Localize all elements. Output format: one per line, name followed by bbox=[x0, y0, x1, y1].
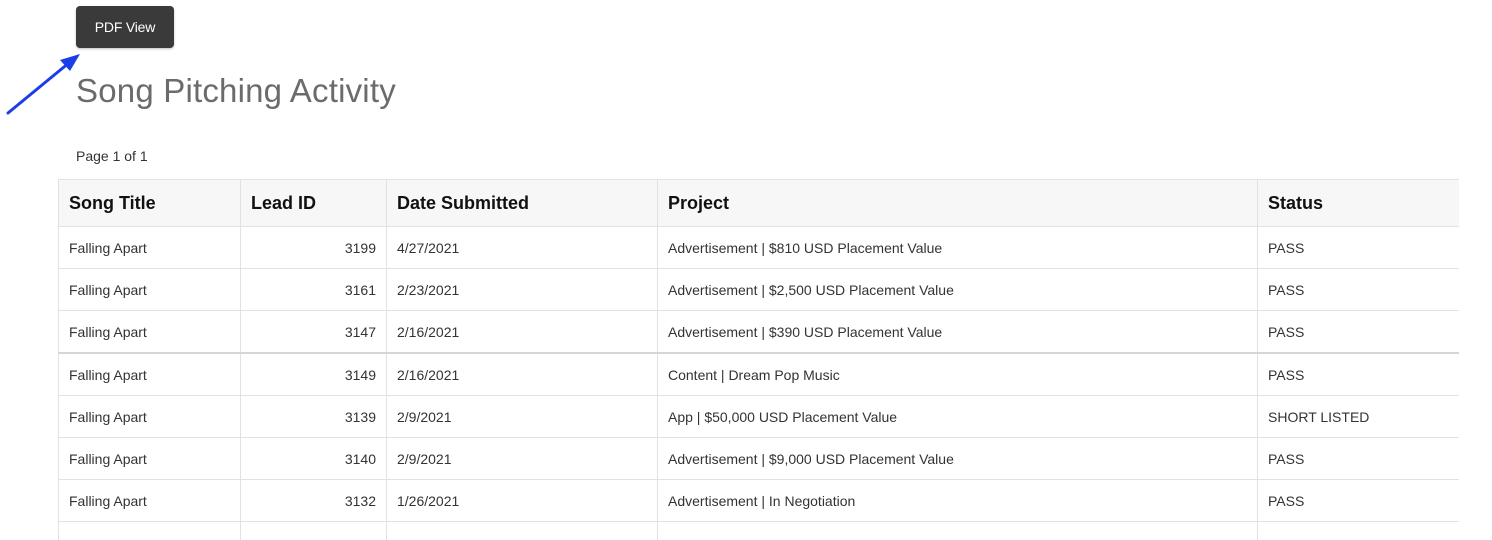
table-row: Falling Apart 3161 2/23/2021 Advertiseme… bbox=[58, 268, 1459, 311]
song-title-cell: Falling Apart bbox=[58, 437, 241, 480]
project-cell: Advertisement | $810 USD Placement Value bbox=[657, 226, 1258, 269]
table-header-row: Song Title Lead ID Date Submitted Projec… bbox=[58, 179, 1459, 227]
status-cell: PASS bbox=[1257, 437, 1459, 480]
lead-id-cell: 3140 bbox=[240, 437, 387, 480]
page-title: Song Pitching Activity bbox=[76, 72, 396, 109]
status-cell: SHORT LISTED bbox=[1257, 395, 1459, 438]
page-indicator: Page 1 of 1 bbox=[76, 148, 148, 164]
table-row bbox=[58, 521, 1459, 540]
status-cell: PASS bbox=[1257, 268, 1459, 311]
lead-id-cell: 3161 bbox=[240, 268, 387, 311]
status-cell: PASS bbox=[1257, 226, 1459, 269]
date-submitted-cell: 2/16/2021 bbox=[386, 352, 658, 396]
lead-id-cell bbox=[240, 521, 387, 540]
column-header-date-submitted[interactable]: Date Submitted bbox=[386, 179, 658, 227]
song-title-cell: Falling Apart bbox=[58, 226, 241, 269]
table-row: Falling Apart 3199 4/27/2021 Advertiseme… bbox=[58, 226, 1459, 269]
table-row: Falling Apart 3149 2/16/2021 Content | D… bbox=[58, 352, 1459, 396]
table-row: Falling Apart 3139 2/9/2021 App | $50,00… bbox=[58, 395, 1459, 438]
status-cell bbox=[1257, 521, 1459, 540]
lead-id-cell: 3139 bbox=[240, 395, 387, 438]
song-title-cell: Falling Apart bbox=[58, 268, 241, 311]
date-submitted-cell: 2/23/2021 bbox=[386, 268, 658, 311]
status-cell: PASS bbox=[1257, 352, 1459, 396]
date-submitted-cell: 1/26/2021 bbox=[386, 479, 658, 522]
lead-id-cell: 3149 bbox=[240, 352, 387, 396]
song-title-cell: Falling Apart bbox=[58, 310, 241, 354]
lead-id-cell: 3147 bbox=[240, 310, 387, 354]
table-row: Falling Apart 3140 2/9/2021 Advertisemen… bbox=[58, 437, 1459, 480]
song-title-cell: Falling Apart bbox=[58, 479, 241, 522]
project-cell: Content | Dream Pop Music bbox=[657, 352, 1258, 396]
song-title-cell: Falling Apart bbox=[58, 352, 241, 396]
project-cell: Advertisement | $390 USD Placement Value bbox=[657, 310, 1258, 354]
date-submitted-cell: 2/16/2021 bbox=[386, 310, 658, 354]
lead-id-cell: 3132 bbox=[240, 479, 387, 522]
column-header-project[interactable]: Project bbox=[657, 179, 1258, 227]
column-header-song-title[interactable]: Song Title bbox=[58, 179, 241, 227]
column-header-lead-id[interactable]: Lead ID bbox=[240, 179, 387, 227]
song-title-cell bbox=[58, 521, 241, 540]
date-submitted-cell: 2/9/2021 bbox=[386, 437, 658, 480]
project-cell: Advertisement | $2,500 USD Placement Val… bbox=[657, 268, 1258, 311]
date-submitted-cell: 2/9/2021 bbox=[386, 395, 658, 438]
song-title-cell: Falling Apart bbox=[58, 395, 241, 438]
status-cell: PASS bbox=[1257, 310, 1459, 354]
project-cell: Advertisement | $9,000 USD Placement Val… bbox=[657, 437, 1258, 480]
project-cell: Advertisement | In Negotiation bbox=[657, 479, 1258, 522]
column-header-status[interactable]: Status bbox=[1257, 179, 1459, 227]
date-submitted-cell bbox=[386, 521, 658, 540]
page: PDF View Song Pitching Activity Page 1 o… bbox=[0, 0, 1492, 540]
table-row: Falling Apart 3147 2/16/2021 Advertiseme… bbox=[58, 310, 1459, 354]
date-submitted-cell: 4/27/2021 bbox=[386, 226, 658, 269]
status-cell: PASS bbox=[1257, 479, 1459, 522]
project-cell bbox=[657, 521, 1258, 540]
lead-id-cell: 3199 bbox=[240, 226, 387, 269]
project-cell: App | $50,000 USD Placement Value bbox=[657, 395, 1258, 438]
activity-table: Song Title Lead ID Date Submitted Projec… bbox=[58, 179, 1459, 540]
table-row: Falling Apart 3132 1/26/2021 Advertiseme… bbox=[58, 479, 1459, 522]
activity-table-container: Song Title Lead ID Date Submitted Projec… bbox=[58, 179, 1459, 540]
